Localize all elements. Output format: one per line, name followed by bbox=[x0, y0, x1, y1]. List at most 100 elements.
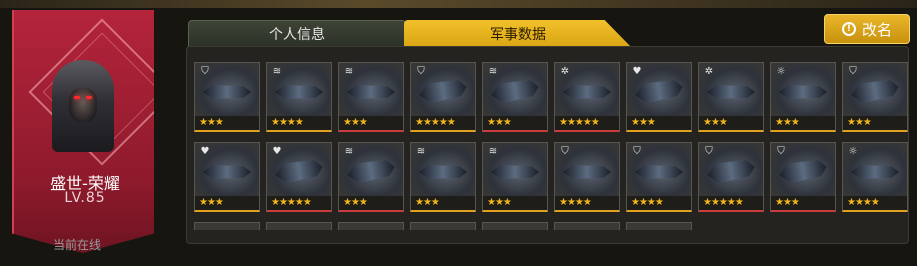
card[interactable]: ⛉ ★★★★ bbox=[626, 142, 692, 212]
card-stars: ★★★ bbox=[483, 196, 547, 210]
card[interactable]: ☼ ★★★ bbox=[770, 62, 836, 132]
card[interactable]: ⛉ ★★★ bbox=[194, 62, 260, 132]
ship-image bbox=[851, 165, 899, 179]
card-stars: ★★★ bbox=[843, 116, 907, 130]
card-partial[interactable] bbox=[266, 222, 332, 230]
ship-image bbox=[778, 157, 829, 185]
profile-panel: 盛世-荣耀 LV.85 bbox=[12, 10, 154, 253]
wing-icon: ≋ bbox=[344, 146, 354, 157]
wing-icon: ≋ bbox=[488, 66, 498, 77]
card-stars: ★★★ bbox=[771, 196, 835, 210]
card-stars: ★★★★ bbox=[843, 196, 907, 210]
card-stars: ★★★ bbox=[195, 196, 259, 210]
ship-image bbox=[563, 165, 611, 179]
card[interactable]: ⛉ ★★★★★ bbox=[698, 142, 764, 212]
card-stars: ★★★ bbox=[339, 116, 403, 130]
shield-icon: ⛉ bbox=[633, 146, 641, 157]
card-stars: ★★★★★ bbox=[555, 116, 619, 130]
tab-personal-info[interactable]: 个人信息 bbox=[188, 20, 406, 48]
card[interactable]: ☼ ★★★★ bbox=[842, 142, 908, 212]
card[interactable]: ♥ ★★★ bbox=[194, 142, 260, 212]
wing-icon: ≋ bbox=[344, 66, 354, 77]
card-stars: ★★★ bbox=[483, 116, 547, 130]
card-partial[interactable] bbox=[626, 222, 692, 230]
sun-icon: ☼ bbox=[776, 66, 786, 77]
ship-image bbox=[203, 165, 251, 179]
card-stars: ★★★★★ bbox=[411, 116, 475, 130]
shield-icon: ⛉ bbox=[417, 66, 425, 77]
rename-label: 改名 bbox=[861, 20, 892, 39]
ship-image bbox=[203, 85, 251, 99]
card-stars: ★★★★ bbox=[555, 196, 619, 210]
ship-image bbox=[563, 85, 611, 99]
avatar-eye-left bbox=[74, 96, 80, 99]
card-stars: ★★★ bbox=[339, 196, 403, 210]
heart-icon: ♥ bbox=[272, 146, 282, 157]
sun-icon: ☼ bbox=[848, 146, 858, 157]
card-partial[interactable] bbox=[482, 222, 548, 230]
card-partial[interactable] bbox=[554, 222, 620, 230]
ship-image bbox=[634, 77, 685, 105]
info-icon: ! bbox=[841, 22, 856, 36]
card[interactable]: ✲ ★★★ bbox=[698, 62, 764, 132]
card[interactable]: ♥ ★★★ bbox=[626, 62, 692, 132]
gear-icon: ✲ bbox=[560, 66, 570, 77]
card[interactable]: ≋ ★★★★ bbox=[266, 62, 332, 132]
card[interactable]: ⛉ ★★★★ bbox=[554, 142, 620, 212]
wing-icon: ≋ bbox=[416, 146, 426, 157]
card[interactable]: ⛉ ★★★ bbox=[770, 142, 836, 212]
wing-icon: ≋ bbox=[272, 66, 282, 77]
avatar-eye-right bbox=[86, 96, 92, 99]
card-partial[interactable] bbox=[338, 222, 404, 230]
avatar-face bbox=[69, 88, 97, 122]
shield-icon: ⛉ bbox=[561, 146, 569, 157]
heart-icon: ♥ bbox=[200, 146, 210, 157]
card[interactable]: ⛉ ★★★ bbox=[842, 62, 908, 132]
ship-image bbox=[347, 85, 395, 99]
online-status: 当前在线 bbox=[52, 238, 101, 252]
top-frame-border bbox=[0, 0, 917, 8]
ship-image bbox=[635, 165, 683, 179]
card-stars: ★★★ bbox=[411, 196, 475, 210]
ship-image bbox=[850, 77, 901, 105]
gear-icon: ✲ bbox=[704, 66, 714, 77]
card-stars: ★★★★ bbox=[267, 116, 331, 130]
card-stars: ★★★★★ bbox=[267, 196, 331, 210]
ship-image bbox=[274, 157, 325, 185]
ship-image bbox=[706, 157, 757, 185]
card-stars: ★★★ bbox=[699, 116, 763, 130]
card-stars: ★★★ bbox=[195, 116, 259, 130]
heart-icon: ♥ bbox=[632, 66, 642, 77]
ship-image bbox=[418, 77, 469, 105]
ship-image bbox=[779, 85, 827, 99]
card[interactable]: ≋ ★★★ bbox=[338, 62, 404, 132]
shield-icon: ⛉ bbox=[705, 146, 713, 157]
card-stars: ★★★★ bbox=[627, 196, 691, 210]
shield-icon: ⛉ bbox=[201, 66, 209, 77]
card[interactable]: ✲ ★★★★★ bbox=[554, 62, 620, 132]
ship-image bbox=[707, 85, 755, 99]
card[interactable]: ≋ ★★★ bbox=[482, 62, 548, 132]
card-stars: ★★★ bbox=[771, 116, 835, 130]
rename-button[interactable]: ! 改名 bbox=[824, 14, 910, 44]
shield-icon: ⛉ bbox=[849, 66, 857, 77]
wing-icon: ≋ bbox=[488, 146, 498, 157]
card[interactable]: ≋ ★★★ bbox=[338, 142, 404, 212]
card-stars: ★★★ bbox=[627, 116, 691, 130]
ship-image bbox=[275, 85, 323, 99]
tab-military-data[interactable]: 军事数据 bbox=[404, 20, 632, 48]
avatar[interactable] bbox=[52, 60, 114, 152]
player-level: LV.85 bbox=[64, 190, 106, 206]
ship-image bbox=[490, 77, 541, 105]
ship-image bbox=[491, 165, 539, 179]
shield-icon: ⛉ bbox=[777, 146, 785, 157]
card[interactable]: ≋ ★★★ bbox=[410, 142, 476, 212]
card-stars: ★★★★★ bbox=[699, 196, 763, 210]
ship-image bbox=[419, 165, 467, 179]
card-partial[interactable] bbox=[410, 222, 476, 230]
card[interactable]: ≋ ★★★ bbox=[482, 142, 548, 212]
card[interactable]: ♥ ★★★★★ bbox=[266, 142, 332, 212]
ship-image bbox=[346, 157, 397, 185]
card-partial[interactable] bbox=[194, 222, 260, 230]
card[interactable]: ⛉ ★★★★★ bbox=[410, 62, 476, 132]
